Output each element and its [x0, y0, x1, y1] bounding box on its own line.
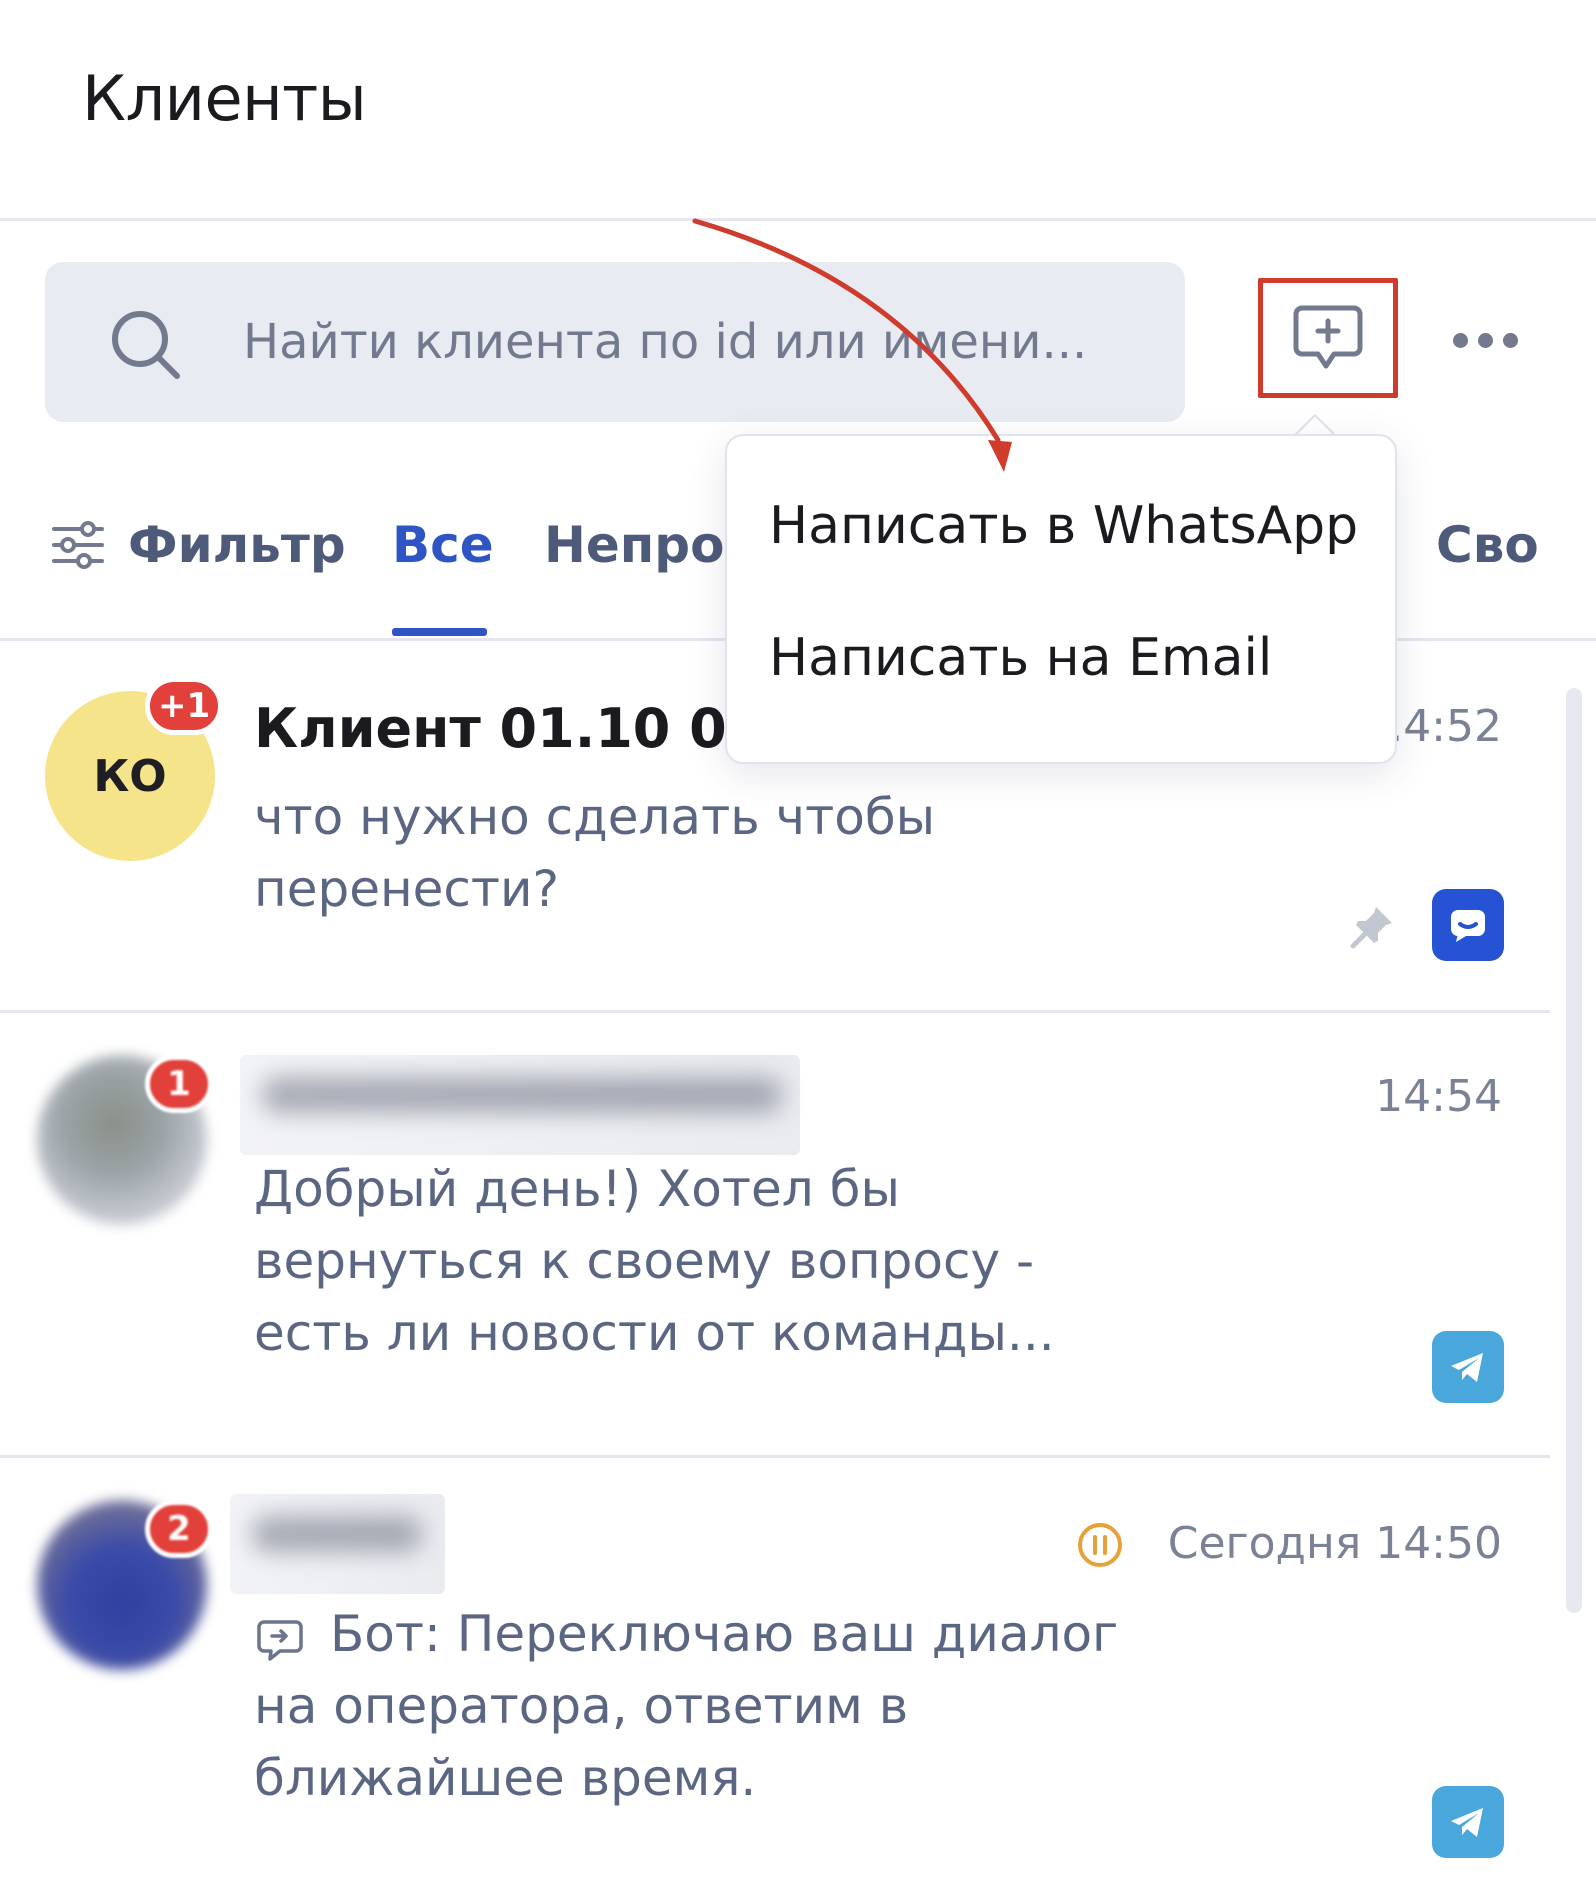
tab-unprocessed[interactable]: Непро	[544, 516, 724, 574]
message-preview: Бот: Переключаю ваш диалог на оператора,…	[254, 1605, 1119, 1807]
client-name: Клиент 01.10 00	[254, 697, 765, 760]
more-horizontal-icon	[1452, 332, 1468, 348]
more-options-button[interactable]	[1440, 310, 1530, 370]
chat-plus-icon	[1293, 305, 1363, 369]
channel-telegram-icon	[1432, 1786, 1504, 1858]
scrollbar[interactable]	[1566, 688, 1582, 1613]
chat-icon	[1451, 910, 1485, 942]
tab-all[interactable]: Все	[392, 516, 494, 574]
search-input[interactable]	[243, 262, 1163, 422]
unread-badge: +1	[145, 677, 224, 735]
pause-icon	[1078, 1523, 1122, 1567]
conversation-row[interactable]: 2 Сегодня 14:50 Бот: Переключаю ваш диал…	[0, 1458, 1550, 1898]
more-dot	[1502, 332, 1518, 348]
new-chat-button[interactable]	[1258, 278, 1398, 398]
header-divider	[0, 218, 1596, 221]
active-tab-indicator	[392, 628, 487, 636]
more-dot	[1477, 332, 1493, 348]
menu-item-email[interactable]: Написать на Email	[769, 628, 1272, 688]
clients-panel: Клиенты Фильтр	[0, 0, 1596, 1898]
filter-label: Фильтр	[128, 516, 346, 574]
channel-chat-icon	[1432, 889, 1504, 961]
unread-badge: 1	[145, 1055, 213, 1113]
message-preview: что нужно сделать чтобы перенести?	[254, 788, 936, 918]
tab-mine[interactable]: Сво	[1436, 516, 1546, 574]
telegram-icon	[1451, 1808, 1483, 1837]
channel-telegram-icon	[1432, 1331, 1504, 1403]
search-icon	[112, 311, 180, 379]
page-title: Клиенты	[82, 62, 367, 135]
client-name-redacted	[240, 1055, 800, 1155]
message-preview: Добрый день!) Хотел бы вернуться к своем…	[254, 1160, 1055, 1362]
message-time: .4:52	[1389, 701, 1502, 752]
new-chat-dropdown: Написать в WhatsApp Написать на Email	[725, 434, 1397, 764]
conversation-row[interactable]: 1 14:54 Добрый день!) Хотел бы вернуться…	[0, 1013, 1550, 1455]
filter-button[interactable]: Фильтр	[50, 516, 346, 574]
telegram-icon	[1451, 1353, 1483, 1382]
message-time: Сегодня 14:50	[1167, 1518, 1502, 1569]
sliders-icon	[52, 521, 104, 569]
search-box[interactable]	[45, 262, 1185, 422]
menu-item-whatsapp[interactable]: Написать в WhatsApp	[769, 496, 1358, 556]
message-time: 14:54	[1375, 1071, 1502, 1122]
pin-icon[interactable]	[1348, 903, 1396, 951]
unread-badge: 2	[145, 1500, 213, 1558]
client-name-redacted	[230, 1494, 445, 1594]
